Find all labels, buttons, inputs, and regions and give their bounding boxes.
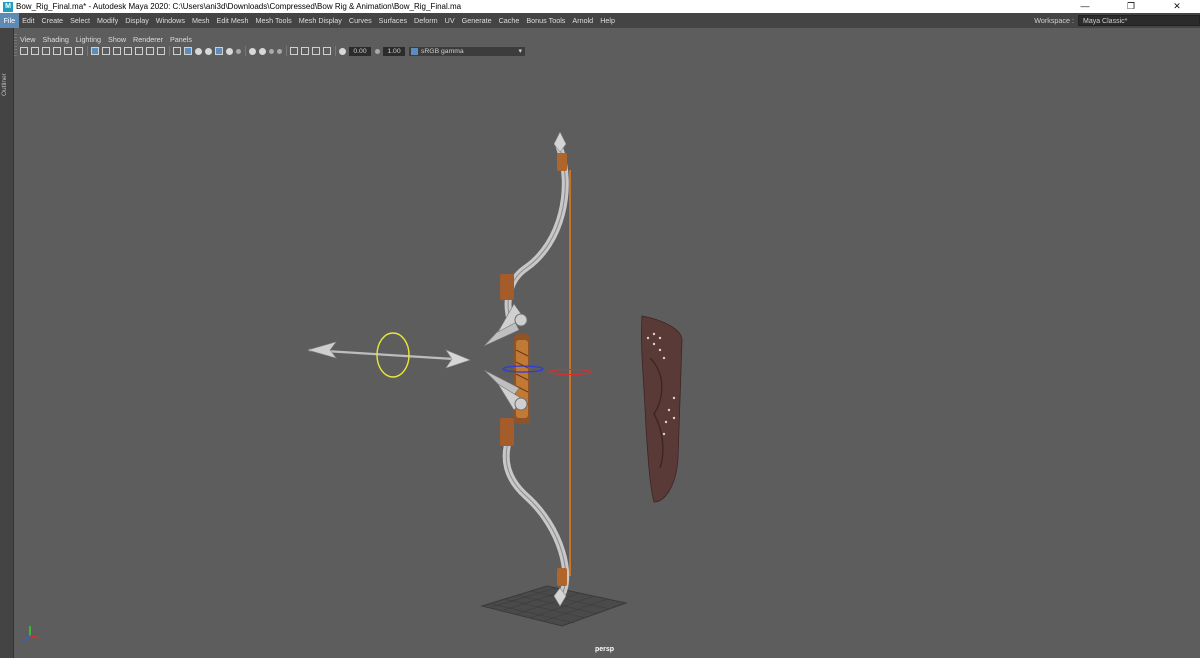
- menu-mesh-display[interactable]: Mesh Display: [295, 13, 345, 28]
- image-plane-icon[interactable]: [53, 47, 61, 55]
- axis-orientation-icon: [22, 626, 41, 643]
- arrow-mesh[interactable]: [306, 341, 471, 369]
- film-gate-icon[interactable]: [102, 47, 110, 55]
- panel-menu-panels[interactable]: Panels: [170, 35, 192, 44]
- toolbar-divider: [87, 46, 88, 56]
- panel-menu-view[interactable]: View: [20, 35, 35, 44]
- menu-mesh[interactable]: Mesh: [188, 13, 213, 28]
- xray-active-icon[interactable]: [323, 47, 331, 55]
- two-d-pan-zoom-icon[interactable]: [64, 47, 72, 55]
- menu-file[interactable]: File: [0, 13, 19, 28]
- menu-mesh-tools[interactable]: Mesh Tools: [252, 13, 295, 28]
- menu-bonus-tools[interactable]: Bonus Tools: [523, 13, 569, 28]
- menu-generate[interactable]: Generate: [458, 13, 495, 28]
- menu-create[interactable]: Create: [38, 13, 67, 28]
- 3d-viewport[interactable]: [14, 58, 1200, 658]
- menu-help[interactable]: Help: [597, 13, 619, 28]
- restore-button[interactable]: ❐: [1108, 0, 1154, 13]
- panel-menu-shading[interactable]: Shading: [42, 35, 68, 44]
- outliner-collapsed-panel[interactable]: Outliner: [0, 28, 14, 658]
- panel-menu-renderer[interactable]: Renderer: [133, 35, 163, 44]
- close-button[interactable]: ✕: [1154, 0, 1200, 13]
- menu-modify[interactable]: Modify: [94, 13, 122, 28]
- textured-icon[interactable]: [215, 47, 223, 55]
- gamma-icon[interactable]: [375, 48, 380, 54]
- menu-deform[interactable]: Deform: [411, 13, 442, 28]
- safe-action-icon[interactable]: [146, 47, 154, 55]
- color-space-value: sRGB gamma: [421, 47, 464, 55]
- maya-app-icon[interactable]: M: [3, 1, 13, 12]
- menu-curves[interactable]: Curves: [345, 13, 375, 28]
- chevron-down-icon: ▾: [518, 47, 522, 55]
- smooth-shade-icon[interactable]: [184, 47, 192, 55]
- wireframe-icon[interactable]: [173, 47, 181, 55]
- bookmarks-icon[interactable]: [42, 47, 50, 55]
- menu-display[interactable]: Display: [122, 13, 153, 28]
- viewport-scene: [306, 131, 683, 627]
- ground-grid-plane[interactable]: [480, 585, 628, 627]
- resolution-gate-icon[interactable]: [113, 47, 121, 55]
- window-titlebar: M Bow_Rig_Final.ma* - Autodesk Maya 2020…: [0, 0, 1200, 13]
- minimize-button[interactable]: —: [1062, 0, 1108, 13]
- default-material-icon[interactable]: [195, 47, 202, 55]
- viewport-toolbar: 0.00 1.00 sRGB gamma ▾: [20, 45, 525, 57]
- menu-arnold[interactable]: Arnold: [569, 13, 597, 28]
- toolbar-divider: [335, 46, 336, 56]
- camera-attributes-icon[interactable]: [31, 47, 39, 55]
- gamma-field[interactable]: 1.00: [383, 46, 405, 56]
- use-all-lights-icon[interactable]: [226, 47, 233, 55]
- quiver-mesh[interactable]: [641, 315, 683, 503]
- field-chart-icon[interactable]: [135, 47, 143, 55]
- workspace-selector: Workspace : Maya Classic*: [1034, 13, 1200, 28]
- menu-surfaces[interactable]: Surfaces: [375, 13, 410, 28]
- menu-edit-mesh[interactable]: Edit Mesh: [213, 13, 252, 28]
- screen-space-ao-icon[interactable]: [249, 47, 256, 55]
- toolbar-divider: [286, 46, 287, 56]
- main-menubar: File Edit Create Select Modify Display W…: [0, 13, 1200, 28]
- depth-of-field-icon[interactable]: [277, 48, 282, 54]
- toolbar-divider: [245, 46, 246, 56]
- camera-name-label: persp: [595, 646, 615, 653]
- color-space-dropdown[interactable]: sRGB gamma ▾: [409, 46, 525, 56]
- xray-icon[interactable]: [301, 47, 309, 55]
- workspace-dropdown[interactable]: Maya Classic*: [1078, 15, 1200, 26]
- exposure-icon[interactable]: [339, 47, 346, 55]
- motion-blur-icon[interactable]: [259, 47, 266, 55]
- xray-joints-icon[interactable]: [312, 47, 320, 55]
- toolbar-divider: [169, 46, 170, 56]
- isolate-select-icon[interactable]: [290, 47, 298, 55]
- wireframe-on-shaded-icon[interactable]: [205, 47, 212, 55]
- color-management-icon[interactable]: [411, 47, 418, 55]
- panel-menu-lighting[interactable]: Lighting: [76, 35, 101, 44]
- menu-edit[interactable]: Edit: [19, 13, 38, 28]
- menu-uv[interactable]: UV: [441, 13, 458, 28]
- anti-aliasing-icon[interactable]: [269, 48, 274, 54]
- safe-title-icon[interactable]: [157, 47, 165, 55]
- window-title: Bow_Rig_Final.ma* - Autodesk Maya 2020: …: [16, 2, 462, 11]
- exposure-field[interactable]: 0.00: [349, 46, 371, 56]
- workspace-label: Workspace :: [1034, 16, 1074, 25]
- bow-mesh[interactable]: [483, 131, 570, 607]
- gate-mask-icon[interactable]: [124, 47, 132, 55]
- panel-menu-bar: View Shading Lighting Show Renderer Pane…: [14, 34, 199, 45]
- menu-select[interactable]: Select: [67, 13, 94, 28]
- menu-windows[interactable]: Windows: [152, 13, 188, 28]
- grid-icon[interactable]: [91, 47, 99, 55]
- shadows-icon[interactable]: [236, 48, 241, 54]
- panel-menu-show[interactable]: Show: [108, 35, 126, 44]
- outliner-tab-label[interactable]: Outliner: [1, 73, 8, 96]
- menu-cache[interactable]: Cache: [495, 13, 523, 28]
- select-camera-icon[interactable]: [20, 47, 28, 55]
- grease-pencil-icon[interactable]: [75, 47, 83, 55]
